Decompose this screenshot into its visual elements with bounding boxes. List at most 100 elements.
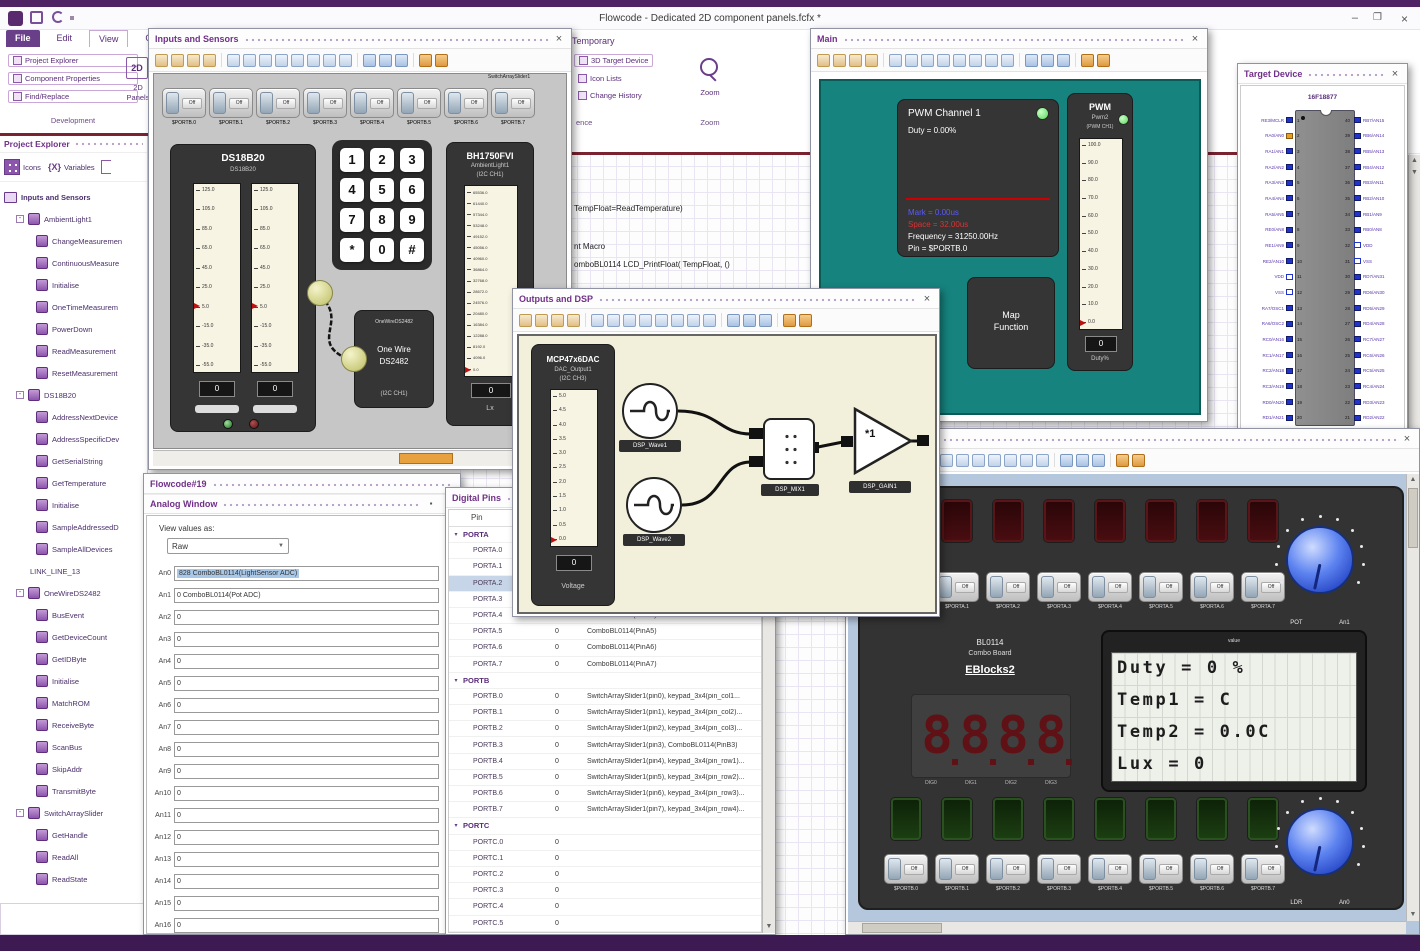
pin-pad-right[interactable] <box>1354 148 1361 155</box>
ldr-knob[interactable] <box>1272 794 1368 890</box>
pwm-gauge-component[interactable]: PWM Pwm2 (PWM CH1) 100.0 90.0 80.0 70.0 60.0… <box>1067 93 1133 371</box>
dac-component[interactable]: MCP47x6DAC DAC_Output1 (I2C CH3) 5.0 4.5 4… <box>531 344 615 606</box>
scroll-thumb[interactable] <box>1408 488 1418 548</box>
switch--portb-1[interactable]: Off $PORTB.1 <box>935 854 979 892</box>
tree-item-ds18b20[interactable]: - DS18B20 <box>2 384 145 406</box>
view-values-dropdown[interactable]: Raw ▼ <box>167 538 289 554</box>
editor-vscrollbar[interactable]: ▲ ▼ <box>1408 155 1420 435</box>
digital-pin-row-porta-6[interactable]: PORTA.6 0 ComboBL0114(PinA6) <box>449 640 761 657</box>
dsp-mixer-component[interactable] <box>763 418 815 480</box>
ds18b20-address-pill-1[interactable] <box>195 405 239 413</box>
pin-pad-right[interactable] <box>1354 117 1361 123</box>
digital-pin-row-portb-1[interactable]: PORTB.1 0 SwitchArraySlider1(pin1), keypad… <box>449 705 761 722</box>
pan-icon[interactable] <box>833 53 846 67</box>
ribbon-toggle-icon-lists[interactable]: Icon Lists <box>574 73 654 84</box>
switch--portb-5[interactable]: Off $PORTB.5 <box>397 88 441 126</box>
add-component-icon[interactable] <box>227 53 240 67</box>
keypad-key-9[interactable]: 9 <box>400 208 424 232</box>
clear-icon[interactable] <box>1097 53 1110 67</box>
tree-item-continuousmeasure[interactable]: ContinuousMeasure <box>2 252 145 274</box>
tree-item-ambientlight1[interactable]: - AmbientLight1 <box>2 208 145 230</box>
ribbon-button-find-replace[interactable]: Find/Replace <box>8 90 138 103</box>
digital-pin-row-portb[interactable]: ▾ PORTB <box>449 673 761 689</box>
analog-value-field[interactable]: 0 <box>174 653 439 669</box>
switch-body[interactable]: Off <box>350 88 394 118</box>
switch--portb-6[interactable]: Off $PORTB.6 <box>1190 854 1234 892</box>
pwm-channel-component[interactable]: PWM Channel 1 Duty = 0.00% Mark = 0.00us… <box>897 99 1059 257</box>
switch--portb-5[interactable]: Off $PORTB.5 <box>1139 854 1183 892</box>
analog-value-field[interactable]: 0 <box>174 785 439 801</box>
pin-pad-right[interactable] <box>1354 305 1361 312</box>
tree-item-addressnextdevice[interactable]: AddressNextDevice <box>2 406 145 428</box>
pin-pad-left[interactable] <box>1286 320 1293 327</box>
paste-icon[interactable] <box>623 313 636 327</box>
delete-icon[interactable] <box>783 313 796 327</box>
ribbon-button-project-explorer[interactable]: Project Explorer <box>8 54 138 67</box>
inputs-hscrollbar[interactable] <box>153 450 567 466</box>
switch-body[interactable]: Off <box>1088 854 1132 884</box>
switch--porta-2[interactable]: Off $PORTA.2 <box>986 572 1030 610</box>
analog-value-field[interactable]: 0 <box>174 851 439 867</box>
pin-icon[interactable]: ▪ <box>425 498 437 510</box>
tree-item-changemeasuremen[interactable]: ChangeMeasuremen <box>2 230 145 252</box>
switch-body[interactable]: Off <box>935 854 979 884</box>
restore-button[interactable]: ❐ <box>1373 12 1382 23</box>
switch--portb-6[interactable]: Off $PORTB.6 <box>444 88 488 126</box>
tree-item-sampleaddressedd[interactable]: SampleAddressedD <box>2 516 145 538</box>
switch--porta-4[interactable]: Off $PORTA.4 <box>1088 572 1132 610</box>
swap-icon[interactable] <box>1004 453 1017 467</box>
digital-pin-row-portc-2[interactable]: PORTC.2 0 <box>449 867 761 884</box>
keypad-key-7[interactable]: 7 <box>340 208 364 232</box>
tab-view[interactable]: View <box>89 30 129 47</box>
switch--porta-6[interactable]: Off $PORTA.6 <box>1190 572 1234 610</box>
wire-node-2[interactable] <box>341 346 367 372</box>
pin-pad-left[interactable] <box>1286 273 1293 280</box>
zoom-button-label[interactable]: Zoom <box>694 88 726 97</box>
scroll-down-icon[interactable]: ▼ <box>763 921 775 933</box>
tree-item-busevent[interactable]: BusEvent <box>2 604 145 626</box>
keypad-key-3[interactable]: 3 <box>400 148 424 172</box>
tab-edit[interactable]: Edit <box>48 30 82 47</box>
analog-value-field[interactable]: 0 <box>174 631 439 647</box>
analog-value-field[interactable]: 0 <box>174 763 439 779</box>
keypad-key-*[interactable]: * <box>340 238 364 262</box>
connect-icon[interactable] <box>953 53 966 67</box>
scroll-down-icon[interactable]: ▼ <box>1407 909 1419 921</box>
switch-lever[interactable] <box>1143 576 1156 598</box>
switch--portb-0[interactable]: Off $PORTB.0 <box>162 88 206 126</box>
switch-lever[interactable] <box>1245 576 1258 598</box>
digital-pin-row-portc-3[interactable]: PORTC.3 0 <box>449 883 761 900</box>
keypad-key-4[interactable]: 4 <box>340 178 364 202</box>
switch-body[interactable]: Off <box>209 88 253 118</box>
pointer-icon[interactable] <box>155 53 168 67</box>
group-icon[interactable] <box>323 53 336 67</box>
pin-pad-left[interactable] <box>1286 352 1293 359</box>
pin-pad-right[interactable] <box>1354 179 1361 186</box>
macros-icon[interactable] <box>100 160 111 174</box>
digital-pin-row-portc-0[interactable]: PORTC.0 0 <box>449 835 761 851</box>
variables-icon[interactable]: {X} <box>48 162 61 172</box>
scroll-thumb[interactable] <box>862 923 942 933</box>
flowcode19-titlebar[interactable]: Flowcode#19 <box>144 474 460 494</box>
switch-body[interactable]: Off <box>986 854 1030 884</box>
swap-icon[interactable] <box>969 53 982 67</box>
pin-pad-right[interactable] <box>1354 258 1361 265</box>
select-area-icon[interactable] <box>187 53 200 67</box>
expander-icon[interactable]: ▾ <box>449 531 463 538</box>
ds18b20-address-pill-2[interactable] <box>253 405 297 413</box>
tree-item-receivebyte[interactable]: ReceiveByte <box>2 714 145 736</box>
pin-pad-right[interactable] <box>1354 336 1361 343</box>
analog-value-field[interactable]: 0 <box>174 917 439 933</box>
add-component-icon[interactable] <box>889 53 902 67</box>
switch-body[interactable]: Off <box>256 88 300 118</box>
pin-pad-left[interactable] <box>1286 336 1293 343</box>
switch--portb-3[interactable]: Off $PORTB.3 <box>303 88 347 126</box>
tree-item-readall[interactable]: ReadAll <box>2 846 145 868</box>
group-icon[interactable] <box>985 53 998 67</box>
analog-value-field[interactable]: 0 <box>174 719 439 735</box>
keypad-key-#[interactable]: # <box>400 238 424 262</box>
tree-item-onewireds2482[interactable]: - OneWireDS2482 <box>2 582 145 604</box>
close-button[interactable]: × <box>1401 12 1408 26</box>
ribbon-button-component-properties[interactable]: Component Properties <box>8 72 138 85</box>
tree-item-initialise[interactable]: Initialise <box>2 274 145 296</box>
